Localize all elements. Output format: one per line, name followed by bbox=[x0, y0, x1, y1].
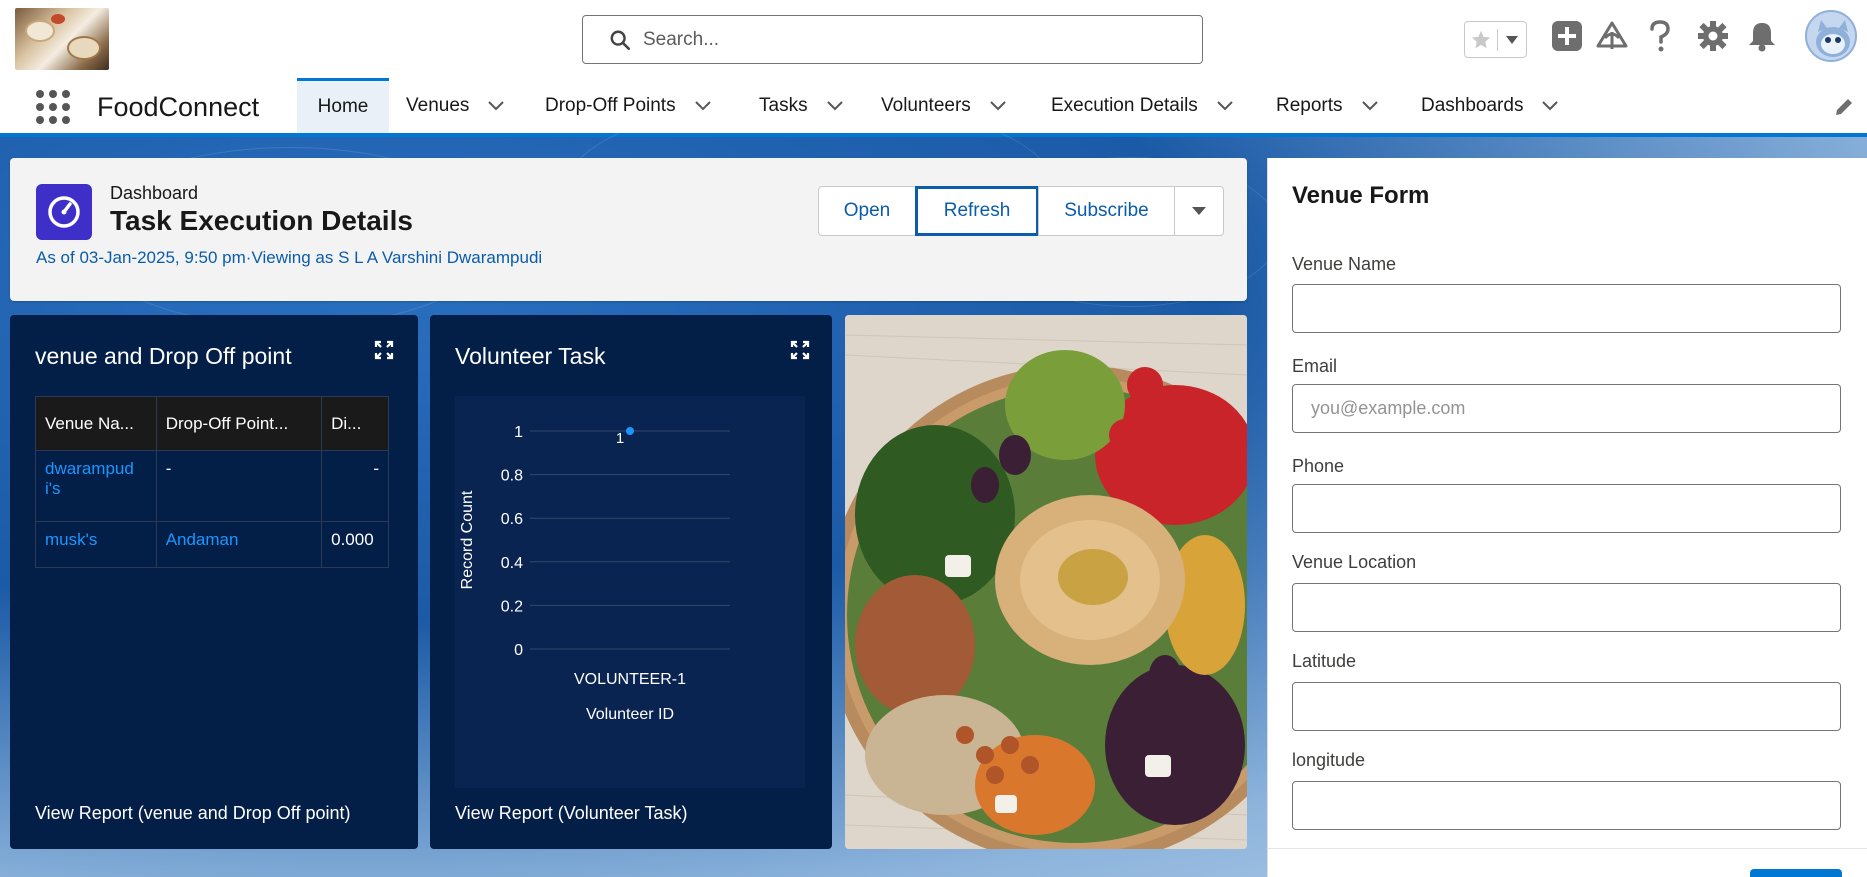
column-header-distance[interactable]: Di... bbox=[321, 396, 389, 451]
user-avatar[interactable] bbox=[1805, 10, 1857, 62]
chevron-down-icon[interactable] bbox=[989, 100, 1007, 112]
global-actions-add-icon[interactable] bbox=[1551, 20, 1583, 52]
dashboard-header: Dashboard Task Execution Details As of 0… bbox=[10, 158, 1247, 301]
tab-execution-details[interactable]: Execution Details bbox=[1051, 78, 1234, 133]
dashboard-subtitle: As of 03-Jan-2025, 9:50 pm·Viewing as S … bbox=[36, 248, 543, 267]
y-tick-label: 1 bbox=[514, 424, 523, 441]
distance-cell: 0.000 bbox=[321, 521, 389, 568]
dashboard-gauge-icon bbox=[36, 184, 92, 240]
refresh-button[interactable]: Refresh bbox=[915, 186, 1039, 236]
chevron-down-icon[interactable] bbox=[1541, 100, 1559, 112]
tab-label: Home bbox=[317, 96, 369, 117]
volunteer-task-chart-widget: Volunteer Task 0 0.2 0.4 0.6 0.8 1 VOLUNTEER-1… bbox=[430, 315, 832, 849]
distance-cell: - bbox=[321, 450, 389, 522]
form-divider bbox=[1268, 848, 1867, 849]
view-report-link[interactable]: View Report (Volunteer Task) bbox=[455, 803, 687, 824]
org-logo-image[interactable] bbox=[15, 8, 109, 70]
tab-home[interactable]: Home bbox=[297, 78, 389, 133]
chart-area: 0 0.2 0.4 0.6 0.8 1 VOLUNTEER-1 1 Volunteer ID Re… bbox=[455, 396, 805, 788]
venue-dropoff-table: Venue Na... Drop-Off Point... Di... dwar… bbox=[35, 396, 389, 568]
venue-name-link[interactable]: dwarampud i's bbox=[35, 450, 157, 522]
latitude-field[interactable] bbox=[1292, 682, 1841, 731]
search-icon bbox=[610, 30, 630, 50]
tab-reports[interactable]: Reports bbox=[1276, 78, 1379, 133]
data-label: 1 bbox=[616, 430, 624, 447]
app-name: FoodConnect bbox=[97, 92, 260, 122]
widget-title: venue and Drop Off point bbox=[35, 343, 292, 369]
setup-gear-icon[interactable] bbox=[1697, 20, 1729, 52]
y-axis-label: Record Count bbox=[459, 490, 476, 589]
tab-dashboards[interactable]: Dashboards bbox=[1421, 78, 1559, 133]
longitude-label: longitude bbox=[1292, 750, 1366, 770]
notification-bell-icon[interactable] bbox=[1747, 20, 1777, 52]
y-tick-label: 0.2 bbox=[501, 598, 523, 615]
chevron-down-icon bbox=[1192, 207, 1206, 215]
expand-icon[interactable] bbox=[374, 340, 394, 360]
favorite-star-icon[interactable] bbox=[1465, 28, 1499, 51]
chevron-down-icon[interactable] bbox=[1216, 100, 1234, 112]
venue-location-label: Venue Location bbox=[1292, 552, 1417, 572]
x-axis-label: Volunteer ID bbox=[586, 706, 674, 723]
tab-label: Dashboards bbox=[1421, 94, 1524, 116]
y-tick-label: 0.8 bbox=[501, 468, 523, 485]
phone-label: Phone bbox=[1292, 456, 1345, 476]
tab-label: Venues bbox=[406, 94, 470, 116]
volunteer-task-chart[interactable]: 0 0.2 0.4 0.6 0.8 1 VOLUNTEER-1 1 Volunteer ID Re… bbox=[455, 396, 805, 788]
table-row: musk's Andaman 0.000 bbox=[35, 521, 389, 568]
y-tick-label: 0 bbox=[514, 642, 523, 659]
food-bowl-image bbox=[845, 315, 1247, 849]
dashboard-actions: Open Refresh Subscribe bbox=[818, 186, 1224, 236]
favorites-button[interactable] bbox=[1464, 21, 1527, 58]
favorites-menu-chevron-down-icon[interactable] bbox=[1498, 35, 1526, 45]
data-point[interactable] bbox=[626, 427, 634, 435]
column-header-drop-off-point[interactable]: Drop-Off Point... bbox=[155, 396, 323, 451]
chevron-down-icon[interactable] bbox=[1361, 100, 1379, 112]
y-tick-label: 0.4 bbox=[501, 555, 523, 572]
global-search-box[interactable] bbox=[582, 15, 1203, 64]
venue-name-link[interactable]: musk's bbox=[35, 521, 157, 568]
trailhead-icon[interactable] bbox=[1595, 20, 1629, 52]
view-report-link[interactable]: View Report (venue and Drop Off point) bbox=[35, 803, 351, 824]
search-input[interactable] bbox=[643, 28, 1183, 51]
x-tick-label: VOLUNTEER-1 bbox=[574, 671, 686, 688]
venue-dropoff-table-widget: venue and Drop Off point Venue Na... Dro… bbox=[10, 315, 418, 849]
submit-button[interactable] bbox=[1750, 869, 1842, 877]
edit-nav-pencil-icon[interactable] bbox=[1833, 96, 1855, 118]
form-title: Venue Form bbox=[1292, 182, 1430, 209]
tab-label: Execution Details bbox=[1051, 94, 1198, 116]
drop-off-point-link[interactable]: Andaman bbox=[155, 521, 323, 568]
table-row: dwarampud i's - - bbox=[35, 450, 389, 522]
tab-venues[interactable]: Venues bbox=[406, 78, 505, 133]
help-icon[interactable] bbox=[1648, 20, 1672, 54]
email-label: Email bbox=[1292, 356, 1338, 376]
more-actions-button[interactable] bbox=[1174, 186, 1224, 236]
phone-field[interactable] bbox=[1292, 484, 1841, 533]
latitude-label: Latitude bbox=[1292, 651, 1357, 671]
column-header-venue-name[interactable]: Venue Na... bbox=[35, 396, 157, 451]
expand-icon[interactable] bbox=[790, 340, 810, 360]
venue-form-panel: Venue Form Venue Name Email Phone Venue … bbox=[1267, 158, 1867, 877]
dashboard-type-label: Dashboard bbox=[110, 183, 199, 203]
drop-off-point-cell: - bbox=[155, 450, 323, 522]
tab-label: Reports bbox=[1276, 94, 1343, 116]
venue-name-label: Venue Name bbox=[1292, 254, 1397, 274]
subscribe-button[interactable]: Subscribe bbox=[1038, 186, 1175, 236]
dashboard-title: Task Execution Details bbox=[110, 205, 413, 236]
global-header bbox=[0, 0, 1867, 78]
chevron-down-icon[interactable] bbox=[487, 100, 505, 112]
y-tick-label: 0.6 bbox=[501, 511, 523, 528]
longitude-field[interactable] bbox=[1292, 781, 1841, 830]
venue-location-field[interactable] bbox=[1292, 583, 1841, 632]
food-bowl-image-widget bbox=[845, 315, 1247, 849]
venue-name-field[interactable] bbox=[1292, 284, 1841, 333]
email-field[interactable] bbox=[1292, 384, 1841, 433]
app-launcher-grid-icon[interactable] bbox=[36, 90, 70, 124]
widget-title: Volunteer Task bbox=[455, 343, 606, 369]
tab-label: Drop-Off Points bbox=[545, 94, 676, 116]
open-button[interactable]: Open bbox=[818, 186, 916, 236]
